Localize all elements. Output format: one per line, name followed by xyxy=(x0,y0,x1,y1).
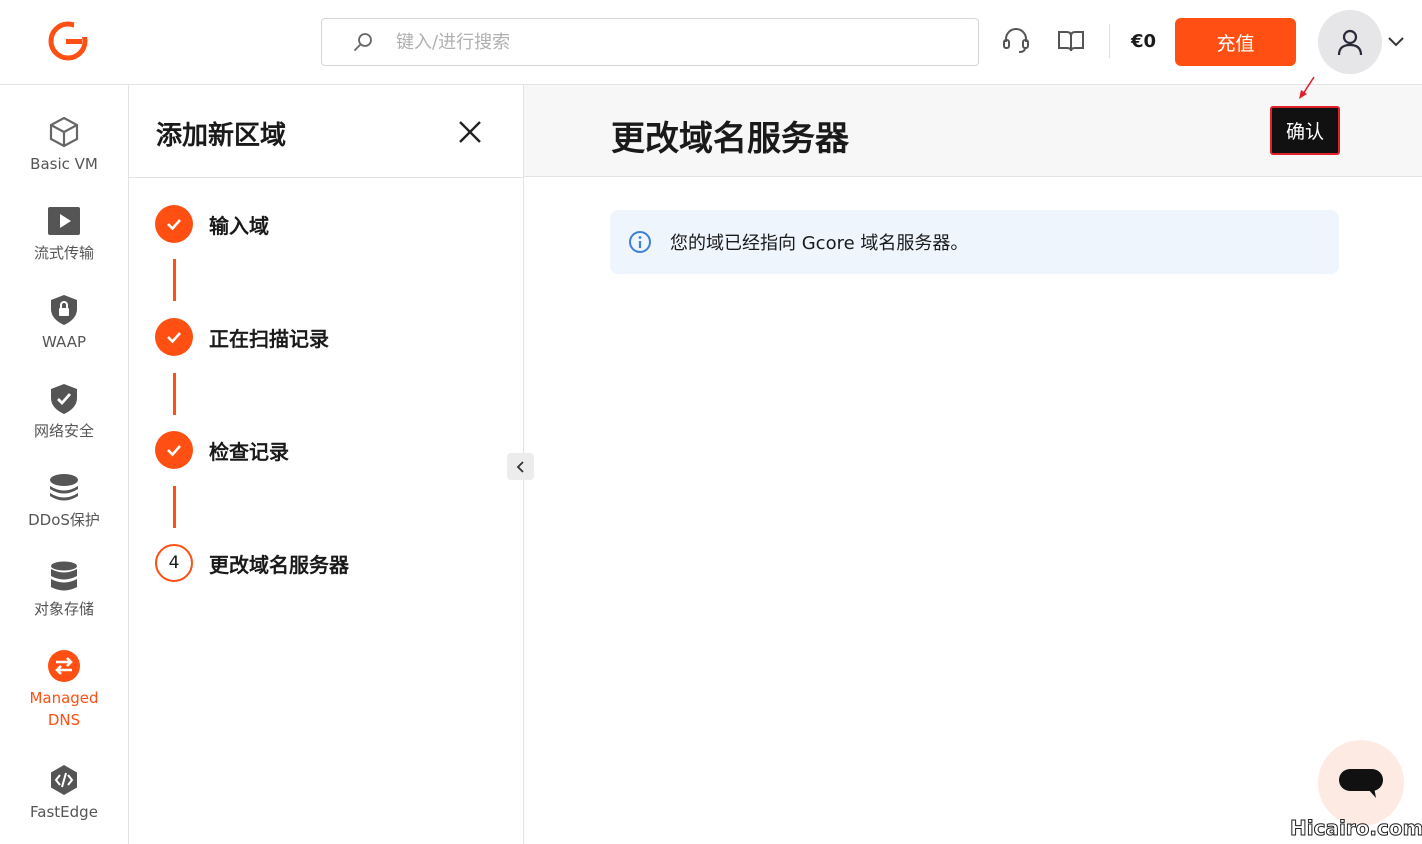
nav-label: 网络安全 xyxy=(33,422,94,440)
swap-icon xyxy=(48,650,80,682)
chevron-down-icon[interactable] xyxy=(1387,34,1405,48)
wizard-title: 添加新区域 xyxy=(156,121,287,151)
user-icon xyxy=(1337,29,1363,56)
headset-support-icon[interactable] xyxy=(1001,26,1031,56)
shield-lock-icon xyxy=(51,295,77,325)
shield-check-icon xyxy=(51,384,77,414)
nav-label: FastEdge xyxy=(30,803,98,821)
alert-text: 您的域已经指向 Gcore 域名服务器。 xyxy=(670,233,969,254)
watermark: Hicairo.com xyxy=(1289,816,1422,841)
step-done-marker xyxy=(155,318,193,356)
info-alert: 您的域已经指向 Gcore 域名服务器。 xyxy=(610,210,1339,274)
wizard-step-3: 检查记录 xyxy=(155,431,289,469)
play-icon xyxy=(48,207,80,235)
database-icon xyxy=(51,561,77,591)
step-number: 4 xyxy=(155,544,193,582)
account-balance: €0 xyxy=(1131,31,1157,52)
chevron-left-icon xyxy=(516,460,524,473)
cube-icon xyxy=(49,116,79,148)
avatar[interactable] xyxy=(1318,10,1382,74)
topup-button[interactable]: 充值 xyxy=(1175,18,1296,66)
info-icon xyxy=(629,231,651,253)
nav-item-managed-dns[interactable]: Managed DNS xyxy=(0,649,128,731)
nav-item-network-security[interactable]: 网络安全 xyxy=(0,382,128,442)
search-box[interactable] xyxy=(321,18,979,66)
annotation-arrow-icon xyxy=(1299,76,1315,99)
nav-label: DDoS保护 xyxy=(28,511,100,529)
check-icon xyxy=(167,219,181,231)
nav-label: Managed DNS xyxy=(29,689,99,729)
step-label: 正在扫描记录 xyxy=(209,326,329,351)
chat-widget-button[interactable] xyxy=(1318,740,1404,826)
page-title: 更改域名服务器 xyxy=(611,119,849,159)
check-icon xyxy=(167,332,181,344)
step-connector xyxy=(173,259,176,301)
chat-bubble-icon xyxy=(1339,769,1383,798)
confirm-button[interactable]: 确认 xyxy=(1270,106,1340,155)
wizard-header: 添加新区域 xyxy=(129,85,523,178)
toolbar-divider xyxy=(1109,24,1110,58)
add-zone-wizard: 添加新区域 输入域 正在扫描记录 检查记录 4 更改域名服务器 xyxy=(129,85,524,844)
nav-item-streaming[interactable]: 流式传输 xyxy=(0,204,128,264)
step-done-marker xyxy=(155,205,193,243)
step-label: 更改域名服务器 xyxy=(209,552,349,577)
close-icon[interactable] xyxy=(455,117,485,147)
check-icon xyxy=(167,445,181,457)
nav-label: 流式传输 xyxy=(33,244,94,262)
top-bar: €0 充值 xyxy=(0,0,1422,85)
nav-label: 对象存储 xyxy=(33,600,94,618)
nav-item-fastedge[interactable]: FastEdge xyxy=(0,763,128,823)
search-input[interactable] xyxy=(396,31,936,53)
step-connector xyxy=(173,373,176,415)
nav-item-basic-vm[interactable]: Basic VM xyxy=(0,115,128,175)
step-label: 输入域 xyxy=(209,213,269,238)
nav-item-ddos[interactable]: DDoS保护 xyxy=(0,471,128,531)
main-header: 更改域名服务器 确认 xyxy=(524,85,1422,177)
collapse-panel-button[interactable] xyxy=(507,453,534,480)
step-connector xyxy=(173,486,176,528)
book-docs-icon[interactable] xyxy=(1056,26,1086,56)
code-icon xyxy=(51,765,77,795)
wizard-step-2: 正在扫描记录 xyxy=(155,318,329,356)
side-nav: Basic VM 流式传输 WAAP 网络安全 DDoS保护 对象存储 Mana… xyxy=(0,85,129,844)
step-done-marker xyxy=(155,431,193,469)
nav-label: WAAP xyxy=(42,333,86,351)
search-icon xyxy=(354,33,372,51)
nav-item-object-storage[interactable]: 对象存储 xyxy=(0,560,128,620)
wizard-step-1: 输入域 xyxy=(155,205,269,243)
nav-label: Basic VM xyxy=(30,155,98,173)
gcore-logo-icon[interactable] xyxy=(48,21,88,61)
step-label: 检查记录 xyxy=(209,439,289,464)
layers-icon xyxy=(50,474,78,501)
nav-item-waap[interactable]: WAAP xyxy=(0,293,128,353)
wizard-step-4: 4 更改域名服务器 xyxy=(155,544,349,582)
